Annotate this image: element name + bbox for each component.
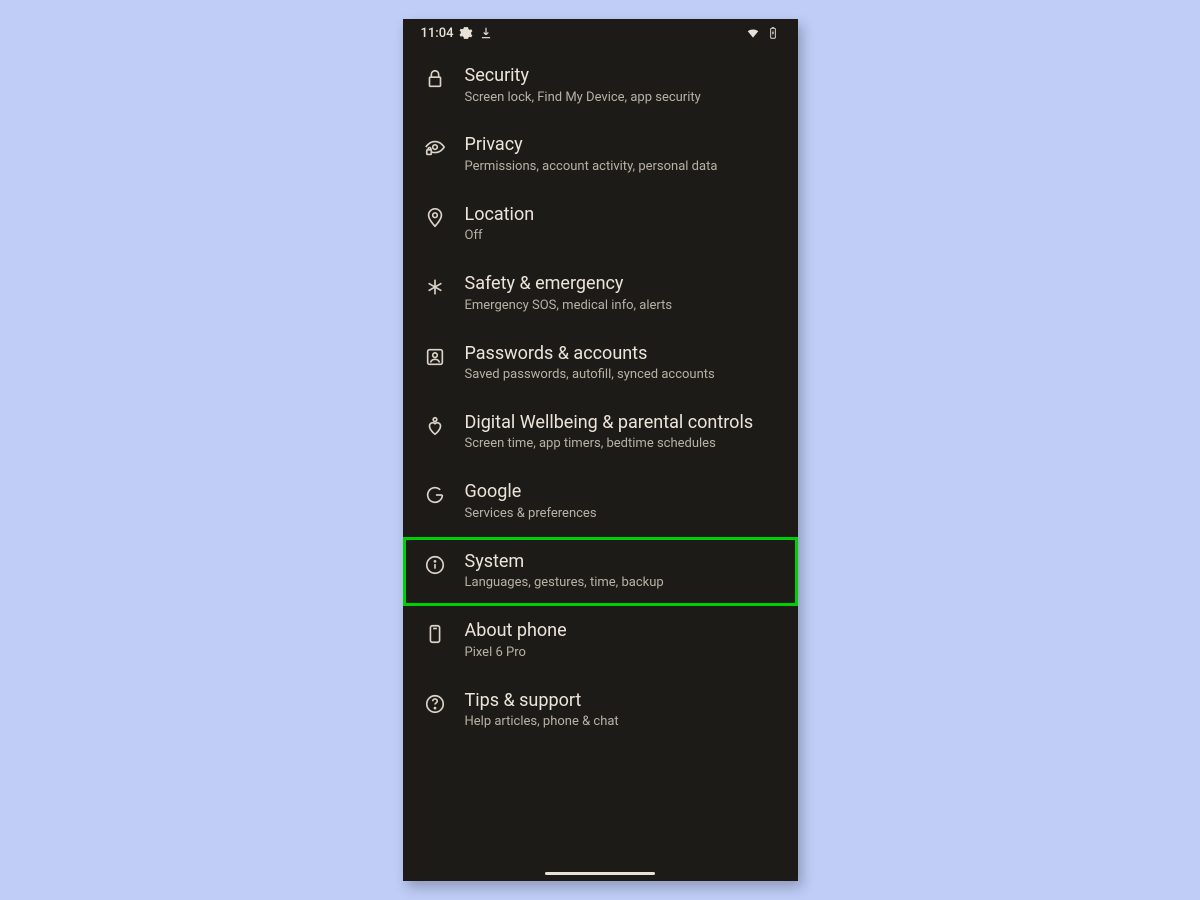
settings-item-subtitle: Permissions, account activity, personal …: [465, 159, 780, 176]
settings-item-text: System Languages, gestures, time, backup: [465, 551, 780, 592]
settings-item-text: Tips & support Help articles, phone & ch…: [465, 690, 780, 731]
settings-item-title: Google: [465, 481, 780, 504]
settings-item-subtitle: Languages, gestures, time, backup: [465, 575, 780, 592]
settings-item-location[interactable]: Location Off: [403, 190, 798, 259]
settings-item-passwords[interactable]: Passwords & accounts Saved passwords, au…: [403, 329, 798, 398]
settings-item-title: Privacy: [465, 134, 780, 157]
help-icon: [423, 692, 447, 716]
heart-person-icon: [423, 414, 447, 438]
status-bar: 11:04: [403, 19, 798, 47]
phone-device-icon: [423, 622, 447, 646]
settings-item-subtitle: Off: [465, 228, 780, 245]
lock-icon: [423, 67, 447, 91]
settings-item-text: Safety & emergency Emergency SOS, medica…: [465, 273, 780, 314]
settings-item-title: Passwords & accounts: [465, 343, 780, 366]
battery-icon: [766, 26, 780, 40]
settings-item-subtitle: Services & preferences: [465, 506, 780, 523]
settings-item-title: Digital Wellbeing & parental controls: [465, 412, 780, 435]
settings-item-text: About phone Pixel 6 Pro: [465, 620, 780, 661]
gear-icon: [459, 26, 473, 40]
status-left: 11:04: [421, 26, 494, 41]
settings-item-text: Passwords & accounts Saved passwords, au…: [465, 343, 780, 384]
settings-item-subtitle: Pixel 6 Pro: [465, 645, 780, 662]
settings-item-wellbeing[interactable]: Digital Wellbeing & parental controls Sc…: [403, 398, 798, 467]
phone-frame: 11:04 Security Screen lock, F: [403, 19, 798, 881]
wifi-icon: [746, 26, 760, 40]
eye-lock-icon: [423, 136, 447, 160]
settings-item-about[interactable]: About phone Pixel 6 Pro: [403, 606, 798, 675]
settings-item-safety[interactable]: Safety & emergency Emergency SOS, medica…: [403, 259, 798, 328]
settings-item-google[interactable]: Google Services & preferences: [403, 467, 798, 536]
settings-item-text: Location Off: [465, 204, 780, 245]
google-g-icon: [423, 483, 447, 507]
settings-item-title: System: [465, 551, 780, 574]
settings-list[interactable]: Security Screen lock, Find My Device, ap…: [403, 47, 798, 755]
settings-item-subtitle: Emergency SOS, medical info, alerts: [465, 298, 780, 315]
settings-item-title: Safety & emergency: [465, 273, 780, 296]
settings-item-privacy[interactable]: Privacy Permissions, account activity, p…: [403, 120, 798, 189]
settings-item-title: About phone: [465, 620, 780, 643]
settings-item-security[interactable]: Security Screen lock, Find My Device, ap…: [403, 51, 798, 120]
settings-item-text: Digital Wellbeing & parental controls Sc…: [465, 412, 780, 453]
settings-item-title: Tips & support: [465, 690, 780, 713]
location-pin-icon: [423, 206, 447, 230]
settings-item-text: Security Screen lock, Find My Device, ap…: [465, 65, 780, 106]
settings-item-subtitle: Screen time, app timers, bedtime schedul…: [465, 436, 780, 453]
settings-item-text: Privacy Permissions, account activity, p…: [465, 134, 780, 175]
settings-item-tips[interactable]: Tips & support Help articles, phone & ch…: [403, 676, 798, 745]
status-right: [746, 26, 780, 40]
settings-item-title: Security: [465, 65, 780, 88]
download-icon: [479, 26, 493, 40]
settings-item-subtitle: Help articles, phone & chat: [465, 714, 780, 731]
asterisk-icon: [423, 275, 447, 299]
account-box-icon: [423, 345, 447, 369]
settings-item-text: Google Services & preferences: [465, 481, 780, 522]
gesture-nav-bar[interactable]: [545, 872, 655, 875]
settings-item-title: Location: [465, 204, 780, 227]
settings-item-subtitle: Screen lock, Find My Device, app securit…: [465, 90, 780, 107]
status-time: 11:04: [421, 26, 454, 41]
settings-item-subtitle: Saved passwords, autofill, synced accoun…: [465, 367, 780, 384]
settings-item-system[interactable]: System Languages, gestures, time, backup: [403, 537, 798, 606]
info-icon: [423, 553, 447, 577]
